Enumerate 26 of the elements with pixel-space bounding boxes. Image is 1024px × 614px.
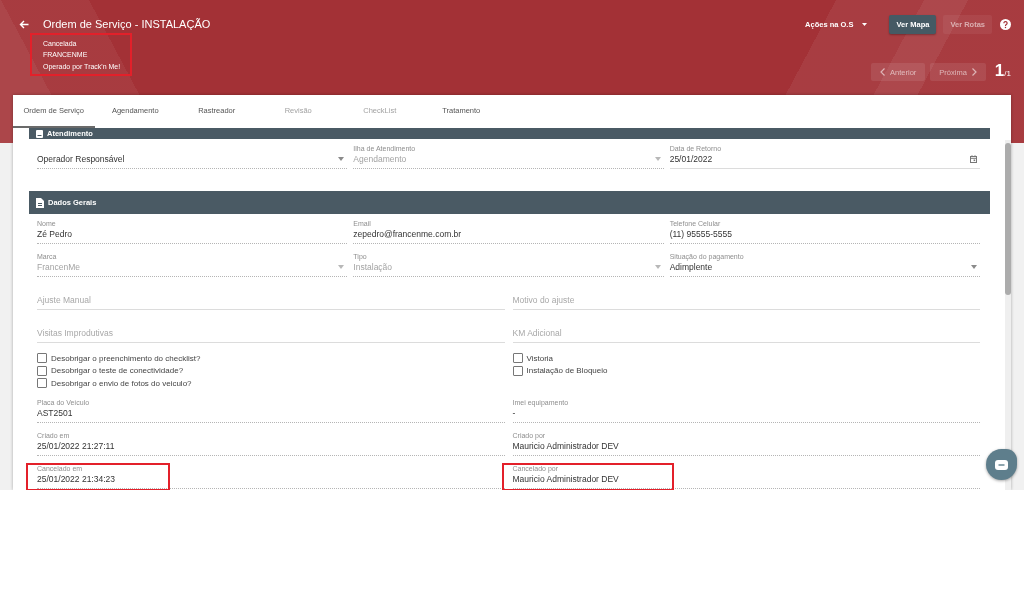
chevron-right-icon — [971, 68, 977, 76]
caret-icon — [654, 264, 661, 269]
document-icon — [36, 197, 44, 208]
checkbox[interactable] — [512, 365, 523, 376]
caret-icon — [862, 23, 868, 26]
page-title: Ordem de Serviço - INSTALAÇÃO — [43, 17, 211, 32]
checkbox[interactable] — [37, 378, 47, 389]
help-icon[interactable] — [1000, 19, 1011, 30]
select-field[interactable]: Operador Responsável — [37, 143, 348, 169]
checkbox-label: Desobrigar o envio de fotos do veiculo? — [51, 378, 192, 388]
checkbox[interactable] — [512, 353, 523, 364]
checkbox[interactable] — [37, 365, 47, 376]
checkbox-label: Instalação de Bloqueio — [526, 366, 608, 376]
chevron-left-icon — [880, 68, 886, 76]
caret-icon — [971, 264, 977, 269]
checkbox[interactable] — [37, 353, 47, 364]
scrollbar-thumb[interactable] — [1005, 143, 1011, 295]
calendar-icon[interactable] — [970, 154, 977, 163]
caret-icon — [338, 156, 345, 161]
back-arrow-icon[interactable] — [19, 20, 29, 29]
caret-icon — [338, 264, 345, 269]
checkbox-label: Desobrigar o preenchimento do checklist? — [51, 353, 201, 363]
chat-icon — [995, 459, 1008, 470]
caret-icon — [654, 156, 661, 161]
checkbox-label: Desobrigar o teste de conectividade? — [51, 366, 184, 376]
checkbox-label: Vistoria — [526, 353, 554, 363]
